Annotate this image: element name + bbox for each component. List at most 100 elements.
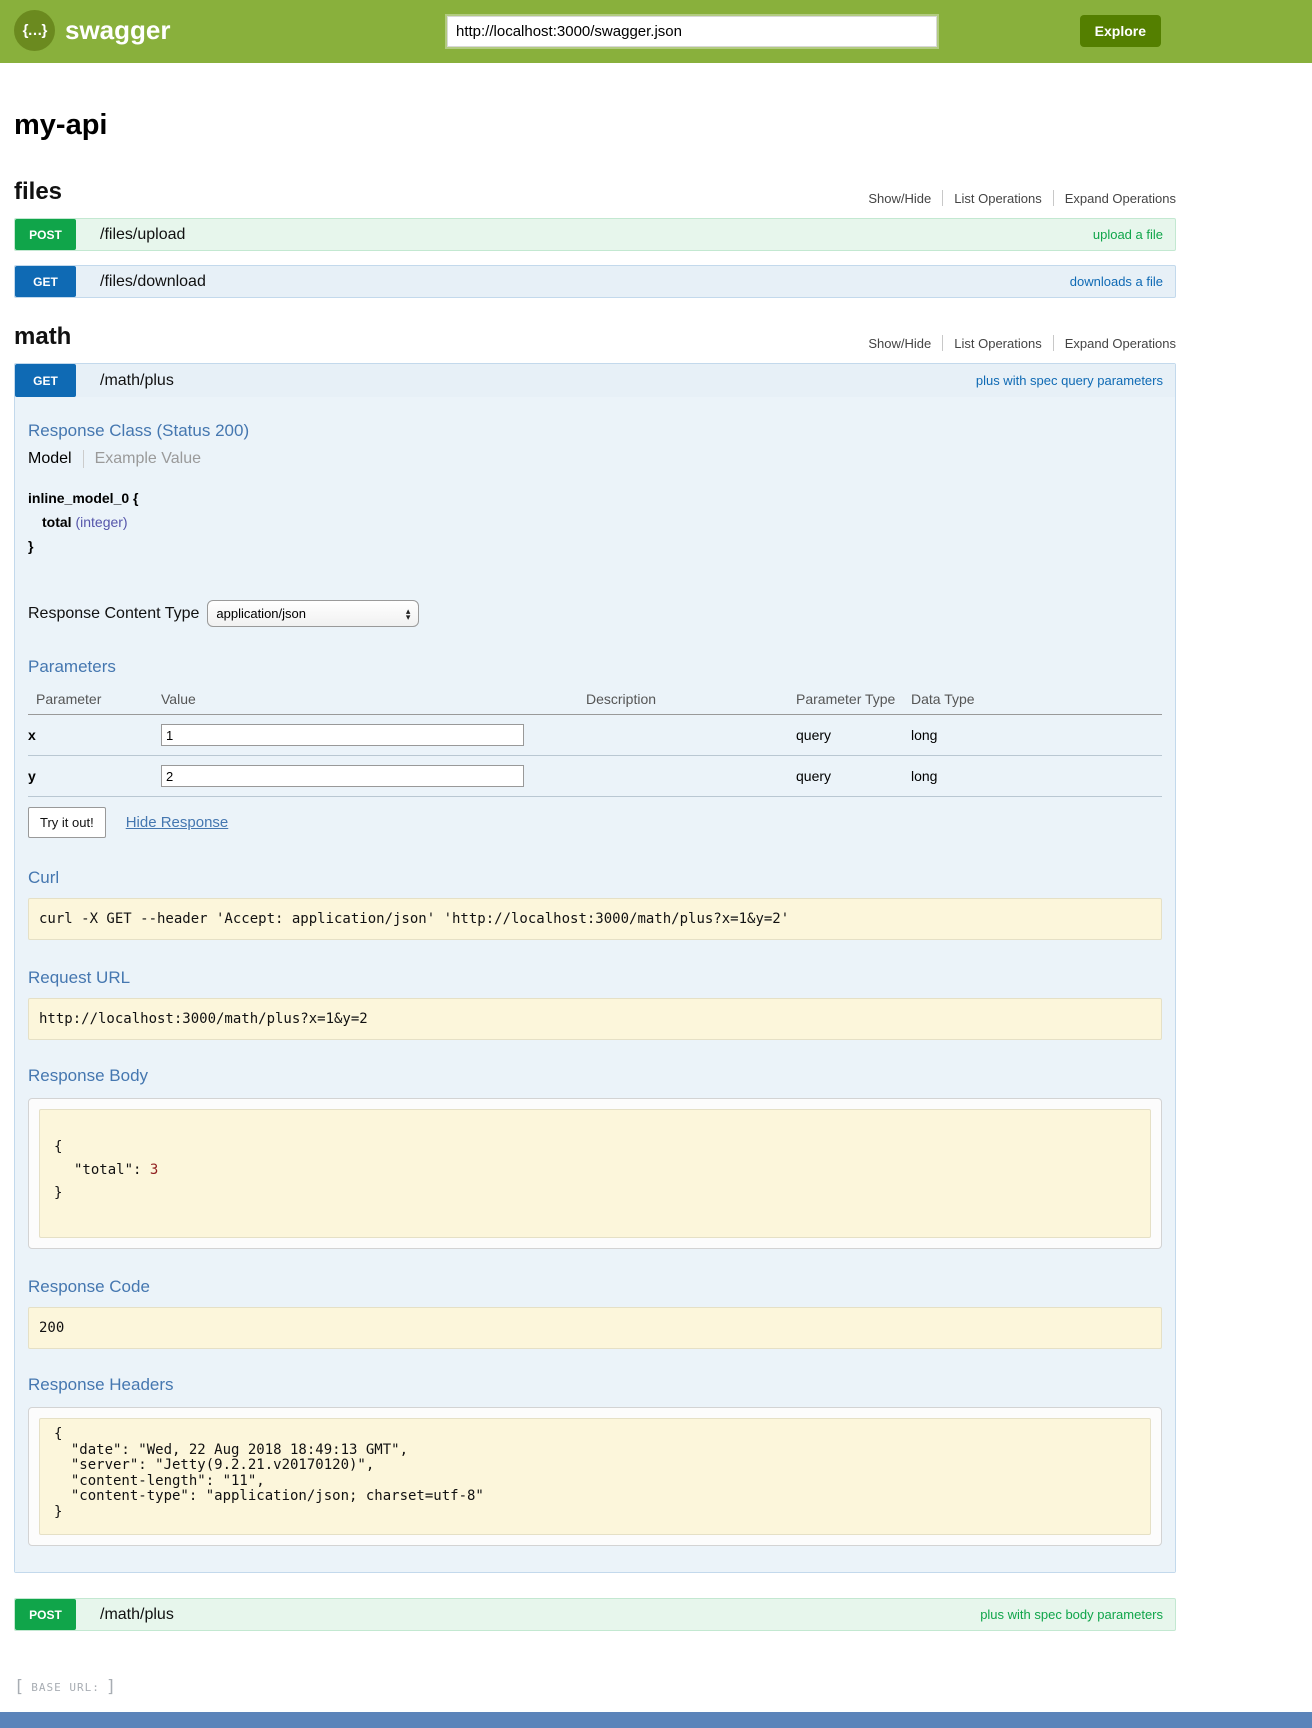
tab-model[interactable]: Model — [28, 450, 83, 468]
operation-path[interactable]: /math/plus — [100, 1606, 174, 1624]
method-badge-post[interactable]: POST — [15, 1599, 76, 1630]
parameter-description — [586, 715, 796, 756]
json-key: "total" — [74, 1162, 133, 1178]
content-wrap: my-api files Show/Hide List Operations E… — [14, 109, 1176, 1697]
response-content-type-label: Response Content Type — [28, 605, 199, 623]
hide-response-link[interactable]: Hide Response — [126, 814, 229, 831]
request-url-block: http://localhost:3000/math/plus?x=1&y=2 — [28, 998, 1162, 1040]
parameter-value-input-x[interactable] — [161, 724, 524, 746]
operation-row-files-upload: POST /files/upload upload a file — [14, 218, 1176, 251]
parameters-heading: Parameters — [28, 657, 1162, 677]
swagger-braces-icon: {…} — [14, 10, 55, 51]
swagger-brand-text: swagger — [65, 15, 171, 46]
show-hide-link[interactable]: Show/Hide — [868, 336, 931, 351]
top-header: {…} swagger Explore — [0, 0, 1312, 63]
parameter-value-input-y[interactable] — [161, 765, 524, 787]
response-code-block: 200 — [28, 1307, 1162, 1349]
response-content-type-select[interactable]: application/json ▴▾ — [207, 600, 419, 627]
try-it-out-row: Try it out! Hide Response — [28, 807, 1162, 838]
col-header-description: Description — [586, 683, 796, 715]
operation-path[interactable]: /files/upload — [100, 226, 185, 244]
control-separator — [942, 335, 943, 351]
response-body-heading: Response Body — [28, 1066, 1162, 1086]
response-content-type-row: Response Content Type application/json ▴… — [28, 600, 1162, 627]
operation-summary[interactable]: plus with spec query parameters — [976, 373, 1163, 388]
api-url-input[interactable] — [447, 16, 937, 47]
json-close-brace: } — [54, 1185, 62, 1201]
control-separator — [1053, 190, 1054, 206]
expand-operations-link[interactable]: Expand Operations — [1065, 336, 1176, 351]
parameter-type: query — [796, 715, 911, 756]
model-close-line: } — [28, 534, 1162, 558]
model-open-line: inline_model_0 { — [28, 486, 1162, 510]
operation-row-files-download: GET /files/download downloads a file — [14, 265, 1176, 298]
model-property-name: total — [42, 514, 72, 530]
json-number-value: 3 — [150, 1162, 158, 1178]
explore-button[interactable]: Explore — [1080, 15, 1161, 47]
operation-path[interactable]: /math/plus — [100, 372, 174, 390]
request-url-heading: Request URL — [28, 968, 1162, 988]
expand-operations-link[interactable]: Expand Operations — [1065, 191, 1176, 206]
json-colon: : — [133, 1162, 150, 1178]
operation-row-math-plus-post: POST /math/plus plus with spec body para… — [14, 1598, 1176, 1631]
method-badge-post[interactable]: POST — [15, 219, 76, 250]
operation-heading: GET /math/plus plus with spec query para… — [15, 364, 1175, 397]
response-headers-container: { "date": "Wed, 22 Aug 2018 18:49:13 GMT… — [28, 1407, 1162, 1546]
response-headers-block: { "date": "Wed, 22 Aug 2018 18:49:13 GMT… — [39, 1418, 1151, 1535]
tab-example-value[interactable]: Example Value — [84, 450, 201, 468]
col-header-data-type: Data Type — [911, 683, 1162, 715]
list-operations-link[interactable]: List Operations — [954, 191, 1041, 206]
parameter-description — [586, 756, 796, 797]
parameter-data-type: long — [911, 715, 1162, 756]
method-badge-get[interactable]: GET — [15, 266, 76, 297]
select-arrows-icon: ▴▾ — [406, 608, 411, 620]
operation-path[interactable]: /files/download — [100, 273, 206, 291]
method-badge-get[interactable]: GET — [15, 364, 76, 397]
base-url-label: BASE URL: — [31, 1681, 100, 1694]
section-title-files[interactable]: files — [14, 178, 62, 206]
response-body-container: { "total": 3 } — [28, 1098, 1162, 1249]
response-body-block: { "total": 3 } — [39, 1109, 1151, 1238]
col-header-parameter-type: Parameter Type — [796, 683, 911, 715]
parameter-name: x — [28, 715, 161, 756]
parameters-header-row: Parameter Value Description Parameter Ty… — [28, 683, 1162, 715]
section-header-files: files Show/Hide List Operations Expand O… — [14, 178, 1176, 206]
control-separator — [942, 190, 943, 206]
model-tabs: Model Example Value — [28, 450, 1162, 468]
parameter-data-type: long — [911, 756, 1162, 797]
model-property-type: (integer) — [75, 514, 127, 530]
section-title-math[interactable]: math — [14, 323, 71, 351]
response-code-heading: Response Code — [28, 1277, 1162, 1297]
curl-command-block: curl -X GET --header 'Accept: applicatio… — [28, 898, 1162, 940]
operation-summary[interactable]: downloads a file — [1070, 274, 1163, 289]
operation-summary[interactable]: upload a file — [1093, 227, 1163, 242]
col-header-parameter: Parameter — [28, 683, 161, 715]
col-header-value: Value — [161, 683, 586, 715]
model-signature: inline_model_0 { total (integer) } — [28, 486, 1162, 558]
operation-summary[interactable]: plus with spec body parameters — [980, 1607, 1163, 1622]
model-property: total (integer) — [42, 510, 1162, 534]
try-it-out-button[interactable]: Try it out! — [28, 807, 106, 838]
control-separator — [1053, 335, 1054, 351]
operation-expanded-math-plus-get: GET /math/plus plus with spec query para… — [14, 363, 1176, 1573]
curl-heading: Curl — [28, 868, 1162, 888]
parameters-table: Parameter Value Description Parameter Ty… — [28, 683, 1162, 797]
footer-close-bracket: ] — [106, 1677, 117, 1697]
base-url-footer: [ BASE URL: ] — [14, 1677, 1176, 1697]
swagger-logo[interactable]: {…} swagger — [14, 10, 171, 51]
parameter-type: query — [796, 756, 911, 797]
show-hide-link[interactable]: Show/Hide — [868, 191, 931, 206]
response-class-heading: Response Class (Status 200) — [28, 421, 1162, 441]
parameter-name: y — [28, 756, 161, 797]
section-header-math: math Show/Hide List Operations Expand Op… — [14, 323, 1176, 351]
parameter-row-y: y query long — [28, 756, 1162, 797]
parameter-row-x: x query long — [28, 715, 1162, 756]
bottom-blue-bar — [0, 1712, 1312, 1728]
list-operations-link[interactable]: List Operations — [954, 336, 1041, 351]
page-title: my-api — [14, 109, 1176, 142]
response-headers-heading: Response Headers — [28, 1375, 1162, 1395]
operation-content: Response Class (Status 200) Model Exampl… — [15, 397, 1175, 1572]
json-open-brace: { — [54, 1139, 62, 1155]
footer-open-bracket: [ — [14, 1677, 25, 1697]
selected-content-type: application/json — [216, 606, 306, 621]
